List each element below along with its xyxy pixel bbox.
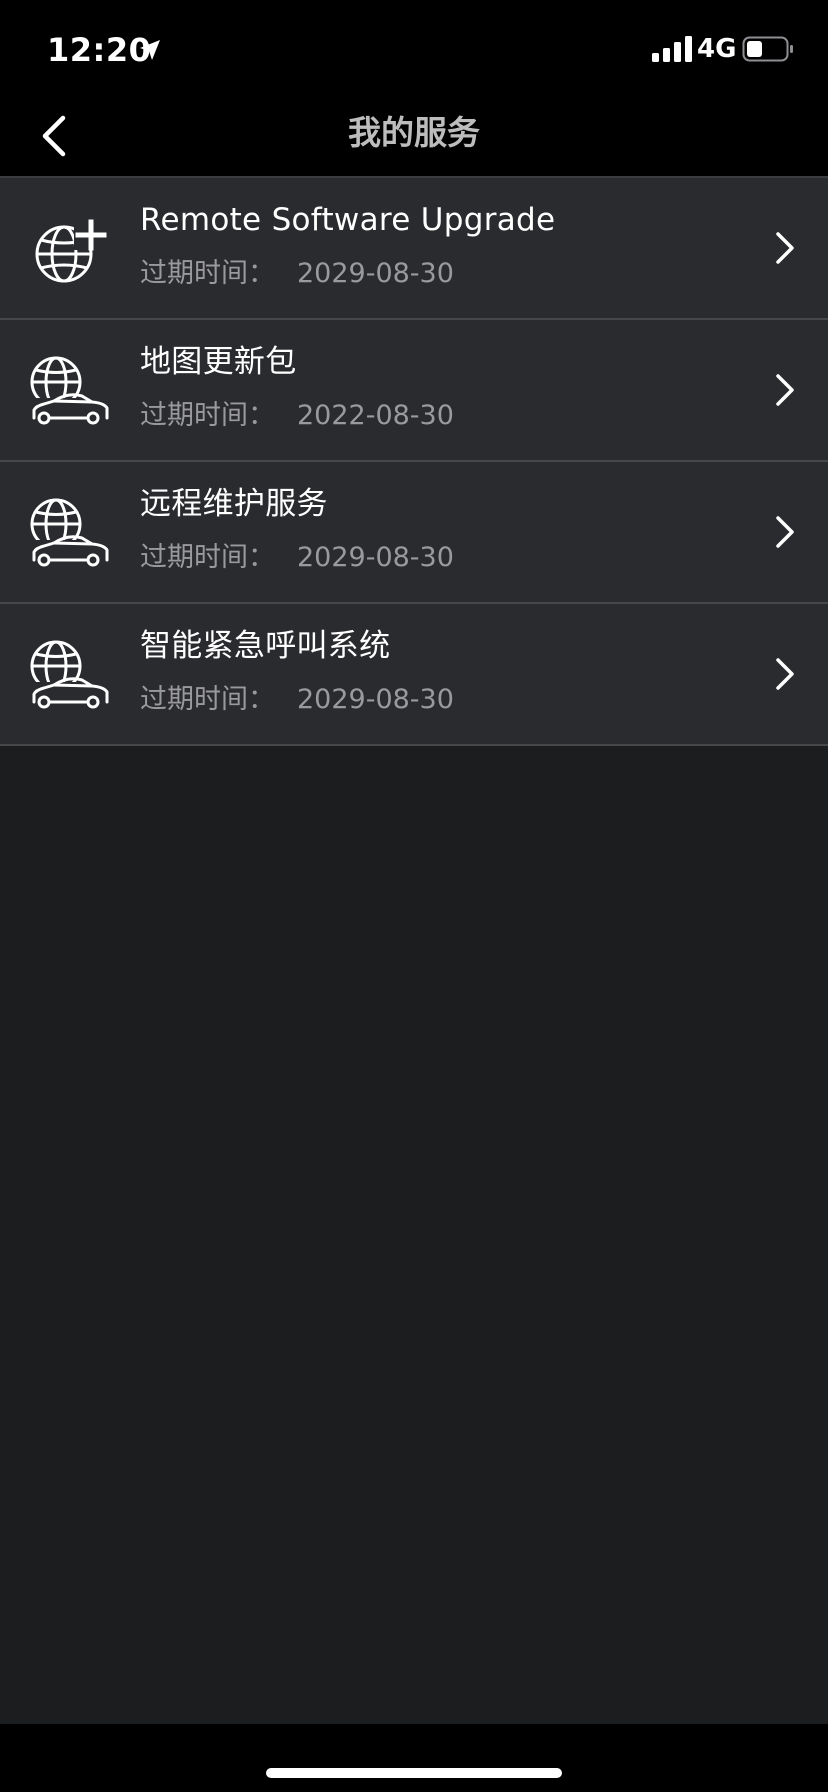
service-title: 智能紧急呼叫系统 (140, 628, 391, 664)
screen: 12:20 4G 我的服务 Remote Software Upgrade 过期… (0, 0, 828, 1792)
expiry-date: 2029-08-30 (297, 542, 454, 573)
chevron-right-icon (776, 516, 794, 548)
content-area: Remote Software Upgrade 过期时间： 2029-08-30 (0, 176, 828, 1724)
expiry-label: 过期时间： (140, 542, 275, 573)
service-item-remote-maintenance[interactable]: 远程维护服务 过期时间： 2029-08-30 (0, 462, 828, 604)
signal-icon (652, 36, 692, 62)
globe-car-icon (30, 640, 110, 712)
service-list: Remote Software Upgrade 过期时间： 2029-08-30 (0, 176, 828, 746)
service-item-map-update[interactable]: 地图更新包 过期时间： 2022-08-30 (0, 320, 828, 462)
network-type: 4G (697, 34, 737, 64)
battery-icon (742, 36, 793, 62)
service-title: Remote Software Upgrade (140, 202, 556, 238)
service-item-remote-software-upgrade[interactable]: Remote Software Upgrade 过期时间： 2029-08-30 (0, 178, 828, 320)
service-title: 远程维护服务 (140, 486, 328, 522)
home-indicator[interactable] (266, 1768, 562, 1778)
service-title: 地图更新包 (140, 344, 297, 380)
page-title: 我的服务 (348, 113, 480, 152)
nav-bar: 我的服务 (0, 96, 828, 176)
chevron-right-icon (776, 374, 794, 406)
back-button[interactable] (24, 106, 84, 166)
service-expiry: 过期时间： 2029-08-30 (140, 538, 454, 578)
service-item-emergency-call[interactable]: 智能紧急呼叫系统 过期时间： 2029-08-30 (0, 604, 828, 746)
chevron-right-icon (776, 658, 794, 690)
location-arrow-icon (140, 40, 160, 60)
globe-plus-icon (35, 219, 108, 283)
expiry-date: 2029-08-30 (297, 684, 454, 715)
expiry-label: 过期时间： (140, 400, 275, 431)
expiry-label: 过期时间： (140, 684, 275, 715)
status-bar: 12:20 4G (0, 0, 828, 96)
chevron-right-icon (776, 232, 794, 264)
service-expiry: 过期时间： 2029-08-30 (140, 254, 454, 294)
chevron-left-icon (42, 115, 66, 157)
service-expiry: 过期时间： 2022-08-30 (140, 396, 454, 436)
expiry-date: 2029-08-30 (297, 258, 454, 289)
globe-car-icon (30, 498, 110, 570)
globe-car-icon (30, 356, 110, 428)
home-indicator-area (0, 1724, 828, 1792)
service-expiry: 过期时间： 2029-08-30 (140, 680, 454, 720)
expiry-date: 2022-08-30 (297, 400, 454, 431)
expiry-label: 过期时间： (140, 258, 275, 289)
status-time: 12:20 (47, 31, 152, 69)
